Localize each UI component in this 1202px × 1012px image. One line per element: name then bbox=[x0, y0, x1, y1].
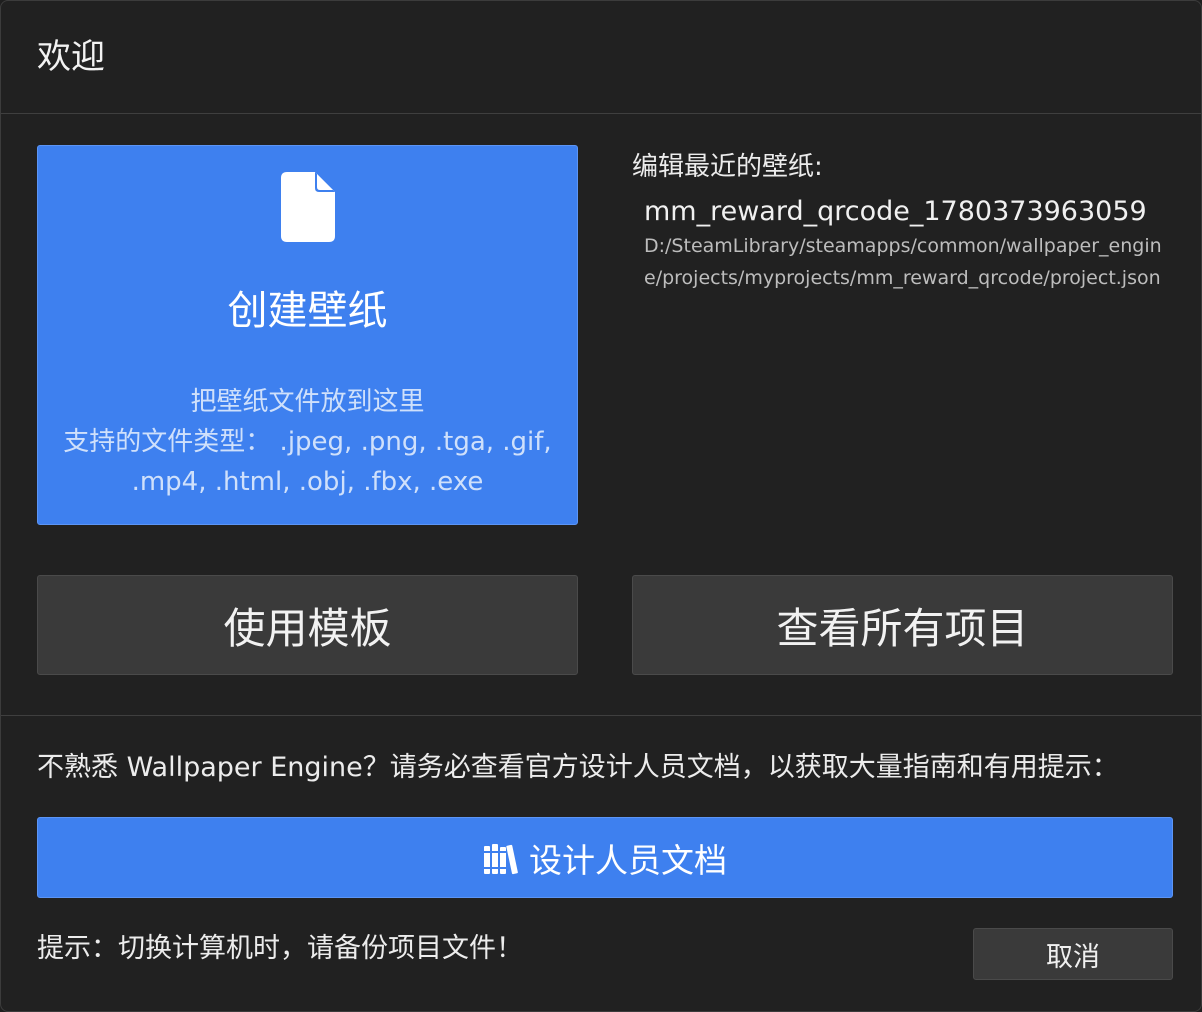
use-template-button[interactable]: 使用模板 bbox=[37, 575, 578, 675]
welcome-dialog: 欢迎 创建壁纸 把壁纸文件放到这里 支持的文件类型： .jpeg, .png, … bbox=[0, 0, 1202, 1012]
view-all-projects-button[interactable]: 查看所有项目 bbox=[632, 575, 1173, 675]
designer-docs-label: 设计人员文档 bbox=[529, 840, 727, 880]
create-wallpaper-button[interactable]: 创建壁纸 把壁纸文件放到这里 支持的文件类型： .jpeg, .png, .tg… bbox=[37, 145, 578, 525]
backup-tip: 提示：切换计算机时，请备份项目文件！ bbox=[37, 933, 523, 964]
recent-wallpaper-path: D:/SteamLibrary/steamapps/common/wallpap… bbox=[644, 235, 1162, 289]
cancel-button[interactable]: 取消 bbox=[973, 928, 1173, 980]
divider bbox=[1, 715, 1201, 716]
dialog-title: 欢迎 bbox=[37, 37, 105, 77]
file-icon bbox=[281, 172, 335, 242]
create-wallpaper-label: 创建壁纸 bbox=[227, 288, 388, 334]
recent-wallpaper-item[interactable]: mm_reward_qrcode_1780373963059 D:/SteamL… bbox=[644, 194, 1174, 294]
supported-types-line1: 支持的文件类型： .jpeg, .png, .tga, .gif, bbox=[63, 427, 552, 457]
help-text: 不熟悉 Wallpaper Engine？请务必查看官方设计人员文档，以获取大量… bbox=[37, 752, 1119, 783]
drop-hint: 把壁纸文件放到这里 支持的文件类型： .jpeg, .png, .tga, .g… bbox=[38, 382, 577, 502]
recent-heading: 编辑最近的壁纸: bbox=[632, 152, 823, 182]
drop-hint-text: 把壁纸文件放到这里 bbox=[190, 387, 425, 417]
designer-docs-button[interactable]: 设计人员文档 bbox=[37, 817, 1173, 898]
books-icon bbox=[484, 843, 518, 874]
supported-types-line2: .mp4, .html, .obj, .fbx, .exe bbox=[131, 467, 484, 497]
recent-wallpaper-name: mm_reward_qrcode_1780373963059 bbox=[644, 196, 1147, 227]
title-bar: 欢迎 bbox=[1, 1, 1201, 114]
